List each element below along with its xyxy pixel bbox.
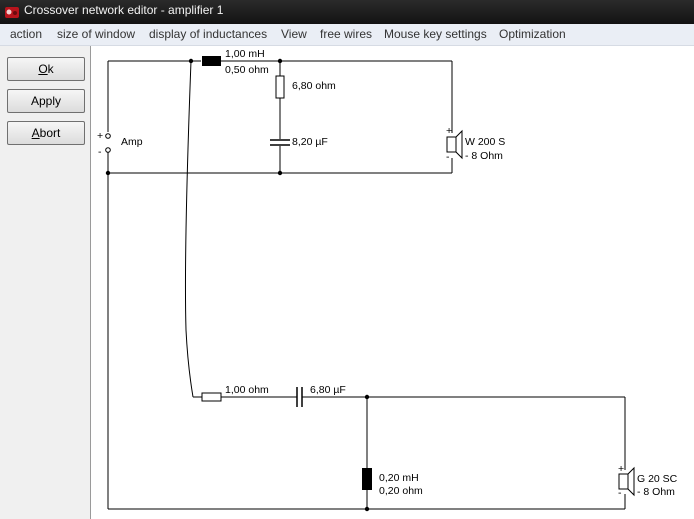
- ok-button-accel: O: [38, 62, 48, 76]
- menu-size-of-window[interactable]: size of window: [57, 27, 135, 41]
- lower-inductor[interactable]: [362, 468, 372, 490]
- upper-speaker-minus: -: [446, 151, 450, 163]
- upper-resistor[interactable]: [275, 75, 285, 99]
- upper-inductor-resistance: 0,50 ohm: [225, 64, 269, 76]
- lower-resistor-value: 1,00 ohm: [225, 384, 269, 396]
- upper-speaker-plus: +: [446, 125, 452, 137]
- lower-speaker-impedance: - 8 Ohm: [637, 486, 675, 498]
- amp-label: Amp: [121, 136, 143, 148]
- menu-optimization[interactable]: Optimization: [499, 27, 566, 41]
- title-bar: Crossover network editor - amplifier 1: [0, 0, 694, 24]
- lower-capacitor[interactable]: [296, 387, 303, 407]
- upper-inductor[interactable]: [202, 56, 221, 66]
- upper-capacitor[interactable]: [270, 139, 290, 146]
- upper-inductor-inductance: 1,00 mH: [225, 48, 265, 60]
- lower-speaker-plus: +: [618, 463, 624, 475]
- lower-resistor[interactable]: [201, 392, 222, 402]
- window-title: Crossover network editor - amplifier 1: [24, 3, 224, 17]
- menu-view[interactable]: View: [281, 27, 307, 41]
- button-panel: Ok Apply Abort: [0, 46, 91, 519]
- menu-bar: action size of window display of inducta…: [0, 24, 694, 46]
- circuit-schematic: + - Amp 1,00 mH 0,50 ohm 6,80 ohm 8,20 µ…: [97, 48, 678, 512]
- amp-minus-sign: -: [98, 146, 102, 158]
- upper-speaker-impedance: - 8 Ohm: [465, 150, 503, 162]
- abort-button-label: bort: [39, 126, 61, 140]
- junction-dots: [105, 58, 370, 512]
- upper-capacitor-value: 8,20 µF: [292, 136, 328, 148]
- lower-inductor-inductance: 0,20 mH: [379, 472, 419, 484]
- amp-plus-sign: +: [97, 130, 103, 142]
- ok-button[interactable]: Ok: [7, 57, 85, 81]
- menu-display-of-inductances[interactable]: display of inductances: [149, 27, 267, 41]
- crossover-editor-window: Crossover network editor - amplifier 1 a…: [0, 0, 694, 519]
- upper-resistor-value: 6,80 ohm: [292, 80, 336, 92]
- abort-button-accel: A: [31, 126, 40, 140]
- ok-button-label: k: [47, 62, 54, 76]
- abort-button[interactable]: Abort: [7, 121, 85, 145]
- upper-speaker-name: W 200 S: [465, 136, 505, 148]
- lower-inductor-resistance: 0,20 ohm: [379, 485, 423, 497]
- lower-speaker-minus: -: [618, 487, 622, 499]
- menu-action[interactable]: action: [10, 27, 42, 41]
- apply-button[interactable]: Apply: [7, 89, 85, 113]
- wires: [107, 60, 626, 510]
- app-icon: [5, 7, 19, 18]
- menu-free-wires[interactable]: free wires: [320, 27, 372, 41]
- apply-button-label: Apply: [30, 94, 62, 108]
- menu-mouse-key-settings[interactable]: Mouse key settings: [384, 27, 487, 41]
- amp-terminals[interactable]: + - Amp: [97, 130, 143, 158]
- lower-speaker-name: G 20 SC: [637, 473, 678, 485]
- schematic-canvas[interactable]: + - Amp 1,00 mH 0,50 ohm 6,80 ohm 8,20 µ…: [91, 46, 694, 519]
- lower-capacitor-value: 6,80 µF: [310, 384, 346, 396]
